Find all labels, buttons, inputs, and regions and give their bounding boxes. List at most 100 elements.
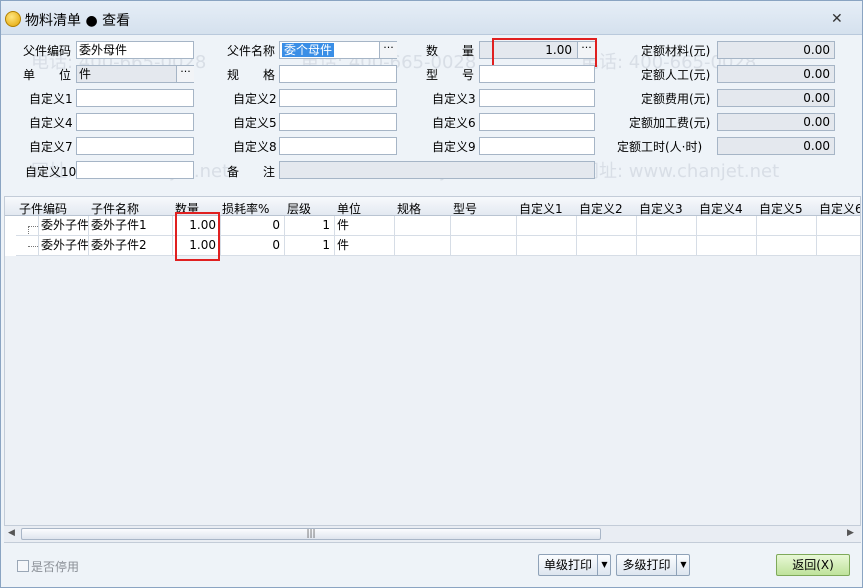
model-field[interactable]: [479, 65, 595, 83]
quota-hours-label: 定额工时(人·时): [617, 140, 703, 154]
cell-component-code[interactable]: 委外子件: [39, 216, 89, 236]
horizontal-scrollbar[interactable]: ◀ ||| ▶: [4, 525, 861, 542]
cell-custom4[interactable]: [697, 236, 757, 256]
cell-loss-rate[interactable]: 0: [221, 236, 285, 256]
col-header-custom5[interactable]: 自定义5: [759, 200, 803, 217]
cell-custom6[interactable]: [817, 216, 860, 236]
col-header-spec[interactable]: 规格: [397, 200, 421, 217]
cell-custom3[interactable]: [637, 236, 697, 256]
quota-expense-label: 定额费用(元): [641, 92, 711, 106]
cell-loss-rate[interactable]: 0: [221, 216, 285, 236]
quota-expense-field[interactable]: 0.00: [717, 89, 835, 107]
remark-field[interactable]: [279, 161, 595, 179]
cell-component-name[interactable]: 委外子件2: [89, 236, 173, 256]
cell-model[interactable]: [451, 236, 517, 256]
spec-field[interactable]: [279, 65, 397, 83]
quota-labor-field[interactable]: 0.00: [717, 65, 835, 83]
single-level-print-button[interactable]: 单级打印 ▼: [538, 554, 611, 576]
scroll-right-arrow-icon[interactable]: ▶: [847, 528, 854, 538]
disabled-checkbox[interactable]: [17, 560, 29, 572]
multi-level-print-label: 多级打印: [622, 558, 671, 572]
quota-labor-label: 定额人工(元): [641, 68, 711, 82]
cell-level[interactable]: 1: [285, 236, 335, 256]
chevron-down-icon[interactable]: ▼: [676, 555, 690, 575]
custom1-field[interactable]: [76, 89, 194, 107]
unit-label: 单 位: [23, 68, 72, 82]
quota-processing-label: 定额加工费(元): [629, 116, 711, 130]
quota-material-label: 定额材料(元): [641, 44, 711, 58]
unit-lookup-button[interactable]: ···: [176, 66, 194, 82]
cell-custom1[interactable]: [517, 216, 577, 236]
model-label: 型 号: [426, 68, 475, 82]
cell-custom2[interactable]: [577, 236, 637, 256]
custom2-label: 自定义2: [233, 92, 277, 106]
quota-material-field[interactable]: 0.00: [717, 41, 835, 59]
quantity-label: 数 量: [426, 44, 475, 58]
parent-code-field[interactable]: 委外母件: [76, 41, 194, 59]
cell-unit[interactable]: 件: [335, 216, 395, 236]
col-header-custom1[interactable]: 自定义1: [519, 200, 563, 217]
custom2-field[interactable]: [279, 89, 397, 107]
col-header-custom2[interactable]: 自定义2: [579, 200, 623, 217]
custom8-label: 自定义8: [233, 140, 277, 154]
custom4-field[interactable]: [76, 113, 194, 131]
custom7-label: 自定义7: [29, 140, 73, 154]
grid-header: 子件编码 子件名称 数量 损耗率% 层级 单位 规格 型号 自定义1 自定义2 …: [5, 197, 860, 217]
custom9-field[interactable]: [479, 137, 595, 155]
col-header-custom6[interactable]: 自定义6: [819, 200, 860, 217]
parent-name-lookup-button[interactable]: ···: [379, 42, 397, 58]
cell-custom6[interactable]: [817, 236, 860, 256]
custom9-label: 自定义9: [432, 140, 476, 154]
col-header-component-name[interactable]: 子件名称: [91, 200, 139, 217]
watermark-site: 网址: www.chanjet.net: [581, 161, 780, 182]
cell-model[interactable]: [451, 216, 517, 236]
cell-custom5[interactable]: [757, 216, 817, 236]
cell-spec[interactable]: [395, 236, 451, 256]
custom3-field[interactable]: [479, 89, 595, 107]
cell-custom1[interactable]: [517, 236, 577, 256]
scrollbar-thumb[interactable]: |||: [21, 528, 601, 540]
cell-custom5[interactable]: [757, 236, 817, 256]
col-header-level[interactable]: 层级: [287, 200, 311, 217]
bom-window: 物料清单 ● 查看 ✕ 电话: 400-665-0028 电话: 400-665…: [0, 0, 863, 588]
custom8-field[interactable]: [279, 137, 397, 155]
col-header-unit[interactable]: 单位: [337, 200, 361, 217]
custom6-field[interactable]: [479, 113, 595, 131]
cell-level[interactable]: 1: [285, 216, 335, 236]
spec-label: 规 格: [227, 68, 276, 82]
window-title: 物料清单 ● 查看: [25, 13, 131, 29]
quota-processing-field[interactable]: 0.00: [717, 113, 835, 131]
table-row[interactable]: 委外子件 委外子件1 1.00 0 1 件: [5, 216, 860, 236]
custom10-field[interactable]: [76, 161, 194, 179]
cell-custom3[interactable]: [637, 216, 697, 236]
custom7-field[interactable]: [76, 137, 194, 155]
app-logo-icon: [5, 11, 21, 27]
tree-connector: [16, 216, 39, 236]
cell-spec[interactable]: [395, 216, 451, 236]
cell-custom2[interactable]: [577, 216, 637, 236]
scroll-left-arrow-icon[interactable]: ◀: [8, 528, 15, 538]
tree-connector: [16, 236, 39, 256]
back-button[interactable]: 返回(X): [776, 554, 850, 576]
col-header-loss-rate[interactable]: 损耗率%: [222, 200, 269, 217]
custom5-field[interactable]: [279, 113, 397, 131]
table-row[interactable]: 委外子件 委外子件2 1.00 0 1 件: [5, 236, 860, 256]
highlight-box-child-quantity: [175, 212, 220, 261]
custom4-label: 自定义4: [29, 116, 73, 130]
components-grid: 子件编码 子件名称 数量 损耗率% 层级 单位 规格 型号 自定义1 自定义2 …: [4, 196, 861, 543]
cell-custom4[interactable]: [697, 216, 757, 236]
cell-unit[interactable]: 件: [335, 236, 395, 256]
custom3-label: 自定义3: [432, 92, 476, 106]
close-icon[interactable]: ✕: [831, 11, 843, 27]
col-header-custom4[interactable]: 自定义4: [699, 200, 743, 217]
col-header-model[interactable]: 型号: [453, 200, 477, 217]
multi-level-print-button[interactable]: 多级打印 ▼: [616, 554, 690, 576]
cell-component-code[interactable]: 委外子件: [39, 236, 89, 256]
cell-component-name[interactable]: 委外子件1: [89, 216, 173, 236]
quota-hours-field[interactable]: 0.00: [717, 137, 835, 155]
custom5-label: 自定义5: [233, 116, 277, 130]
title-bar: 物料清单 ● 查看 ✕: [1, 1, 862, 35]
chevron-down-icon[interactable]: ▼: [597, 555, 611, 575]
col-header-custom3[interactable]: 自定义3: [639, 200, 683, 217]
col-header-component-code[interactable]: 子件编码: [19, 200, 67, 217]
